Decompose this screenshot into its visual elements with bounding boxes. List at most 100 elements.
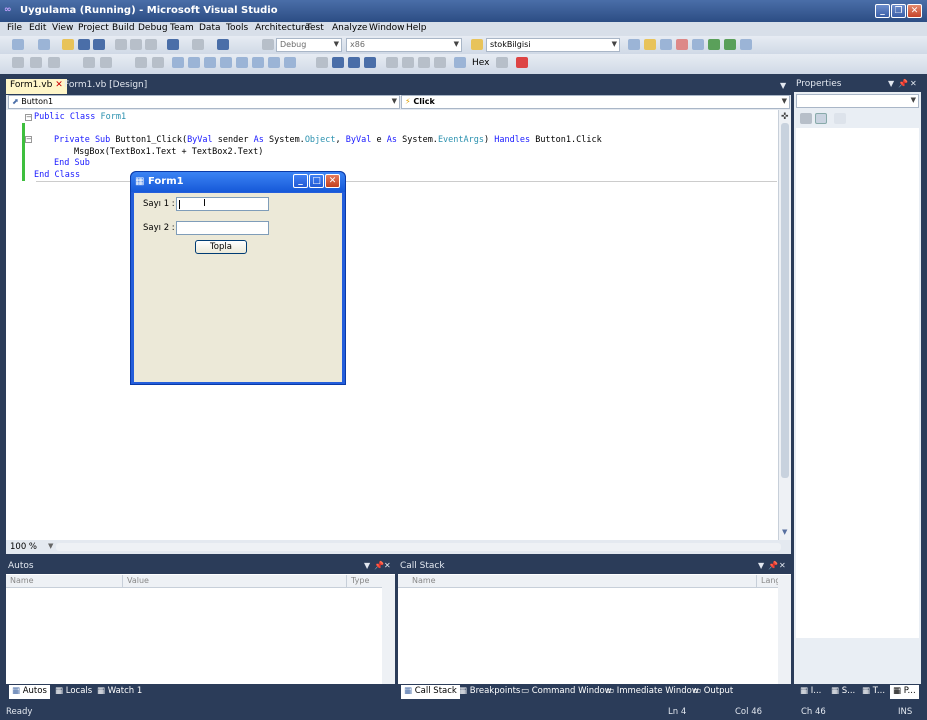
tab-breakpoints[interactable]: ▦ Breakpoints <box>456 685 523 699</box>
solution-configuration-select[interactable]: Debug ▼ <box>276 38 342 52</box>
pin-icon[interactable]: 📌 <box>898 79 908 88</box>
menu-test[interactable]: Test <box>306 23 324 33</box>
save-icon[interactable] <box>78 39 90 50</box>
find-in-files-icon[interactable] <box>471 39 483 50</box>
code-editor[interactable] <box>6 110 778 540</box>
minimize-button[interactable]: _ <box>875 4 890 18</box>
add-item-icon[interactable] <box>38 39 50 50</box>
chevron-down-icon[interactable]: ▼ <box>758 561 764 570</box>
menu-file[interactable]: File <box>7 23 22 33</box>
restart-icon[interactable] <box>364 57 376 68</box>
close-icon[interactable]: ✕ <box>779 561 786 570</box>
copy-icon[interactable] <box>130 39 142 50</box>
menu-analyze[interactable]: Analyze <box>332 23 367 33</box>
col-name[interactable]: Name <box>398 575 756 588</box>
continue-icon[interactable] <box>316 57 328 68</box>
outdent-icon[interactable] <box>100 57 112 68</box>
chevron-down-icon[interactable]: ▼ <box>364 561 370 570</box>
categorized-icon[interactable] <box>800 113 812 124</box>
paste-icon[interactable] <box>145 39 157 50</box>
save-all-icon[interactable] <box>93 39 105 50</box>
form-maximize-button[interactable]: □ <box>309 174 324 188</box>
menu-help[interactable]: Help <box>406 23 427 33</box>
open-file-icon[interactable] <box>62 39 74 50</box>
col-lang[interactable]: Lang <box>756 575 781 588</box>
properties-window-icon[interactable] <box>644 39 656 50</box>
comment-icon[interactable] <box>135 57 147 68</box>
tool-icon-4[interactable] <box>268 57 280 68</box>
split-icon[interactable]: ✜ <box>781 112 789 122</box>
form-close-button[interactable]: ✕ <box>325 174 340 188</box>
pin-icon[interactable]: 📌 <box>768 561 778 570</box>
form-minimize-button[interactable]: _ <box>293 174 308 188</box>
topla-button[interactable]: Topla <box>195 240 247 254</box>
tab-form1-vb[interactable]: Form1.vb ✕ <box>6 79 67 94</box>
textbox2[interactable] <box>176 221 269 235</box>
start-page-icon[interactable] <box>724 39 736 50</box>
textbox1[interactable]: I <box>176 197 269 211</box>
method-name-select[interactable]: ⚡ Click ▼ <box>401 95 790 109</box>
tool-icon-5[interactable] <box>284 57 296 68</box>
team-explorer-icon[interactable] <box>692 39 704 50</box>
prev-bookmark-icon[interactable] <box>188 57 200 68</box>
col-type[interactable]: Type <box>346 575 382 588</box>
solution-platform-select[interactable]: x86 ▼ <box>346 38 462 52</box>
cut-icon[interactable] <box>115 39 127 50</box>
menu-tools[interactable]: Tools <box>226 23 248 33</box>
step-over-icon[interactable] <box>418 57 430 68</box>
menu-team[interactable]: Team <box>170 23 194 33</box>
tool-icon-1[interactable] <box>12 57 24 68</box>
extension-manager-icon[interactable] <box>708 39 720 50</box>
output-icon[interactable] <box>516 57 528 68</box>
clear-bookmarks-icon[interactable] <box>220 57 232 68</box>
menu-data[interactable]: Data <box>199 23 221 33</box>
tab-right-2[interactable]: ▦ S... <box>828 685 858 699</box>
bookmark-folder-icon[interactable] <box>236 57 248 68</box>
new-project-icon[interactable] <box>12 39 24 50</box>
menu-project[interactable]: Project <box>78 23 109 33</box>
navigate-backward-icon[interactable] <box>217 39 229 50</box>
tab-output[interactable]: ▭ Output <box>690 685 736 699</box>
scroll-thumb[interactable] <box>781 123 789 478</box>
tab-command-window[interactable]: ▭ Command Window <box>518 685 615 699</box>
threads-icon[interactable] <box>496 57 508 68</box>
close-button[interactable]: ✕ <box>907 4 922 18</box>
collapse-icon[interactable]: − <box>25 114 32 121</box>
undo-icon[interactable] <box>167 39 179 50</box>
restore-button[interactable]: ❐ <box>891 4 906 18</box>
tab-form1-design[interactable]: Form1.vb [Design] <box>60 79 151 94</box>
find-combo[interactable]: stokBilgisi ▼ <box>486 38 620 52</box>
menu-build[interactable]: Build <box>112 23 135 33</box>
tab-locals[interactable]: ▦ Locals <box>52 685 95 699</box>
menu-debug[interactable]: Debug <box>138 23 168 33</box>
close-icon[interactable]: ✕ <box>384 561 391 570</box>
next-bookmark-icon[interactable] <box>204 57 216 68</box>
tool-icon-2[interactable] <box>30 57 42 68</box>
menu-view[interactable]: View <box>52 23 73 33</box>
toolbox-icon[interactable] <box>676 39 688 50</box>
autos-scrollbar[interactable] <box>382 575 395 684</box>
pin-icon[interactable]: 📌 <box>374 561 384 570</box>
object-browser-icon[interactable] <box>660 39 672 50</box>
menu-edit[interactable]: Edit <box>29 23 46 33</box>
close-icon[interactable]: ✕ <box>910 79 917 88</box>
menu-window[interactable]: Window <box>369 23 405 33</box>
command-window-icon[interactable] <box>740 39 752 50</box>
break-all-icon[interactable] <box>332 57 344 68</box>
call-stack-scrollbar[interactable] <box>778 575 791 684</box>
stop-debugging-icon[interactable] <box>348 57 360 68</box>
tab-call-stack[interactable]: ▦ Call Stack <box>401 685 460 699</box>
chevron-down-icon[interactable]: ▼ <box>48 542 53 550</box>
chevron-down-icon[interactable]: ▼ <box>780 81 786 90</box>
scroll-down-icon[interactable]: ▼ <box>782 528 787 536</box>
breakpoints-icon[interactable] <box>454 57 466 68</box>
alphabetical-icon[interactable] <box>815 113 827 124</box>
col-value[interactable]: Value <box>122 575 346 588</box>
bookmark-window-icon[interactable] <box>252 57 264 68</box>
uncomment-icon[interactable] <box>152 57 164 68</box>
start-debugging-icon[interactable] <box>262 39 274 50</box>
show-next-statement-icon[interactable] <box>386 57 398 68</box>
properties-object-select[interactable]: ▼ <box>796 94 919 108</box>
hex-toggle[interactable]: Hex <box>472 58 489 68</box>
menu-architecture[interactable]: Architecture <box>255 23 310 33</box>
